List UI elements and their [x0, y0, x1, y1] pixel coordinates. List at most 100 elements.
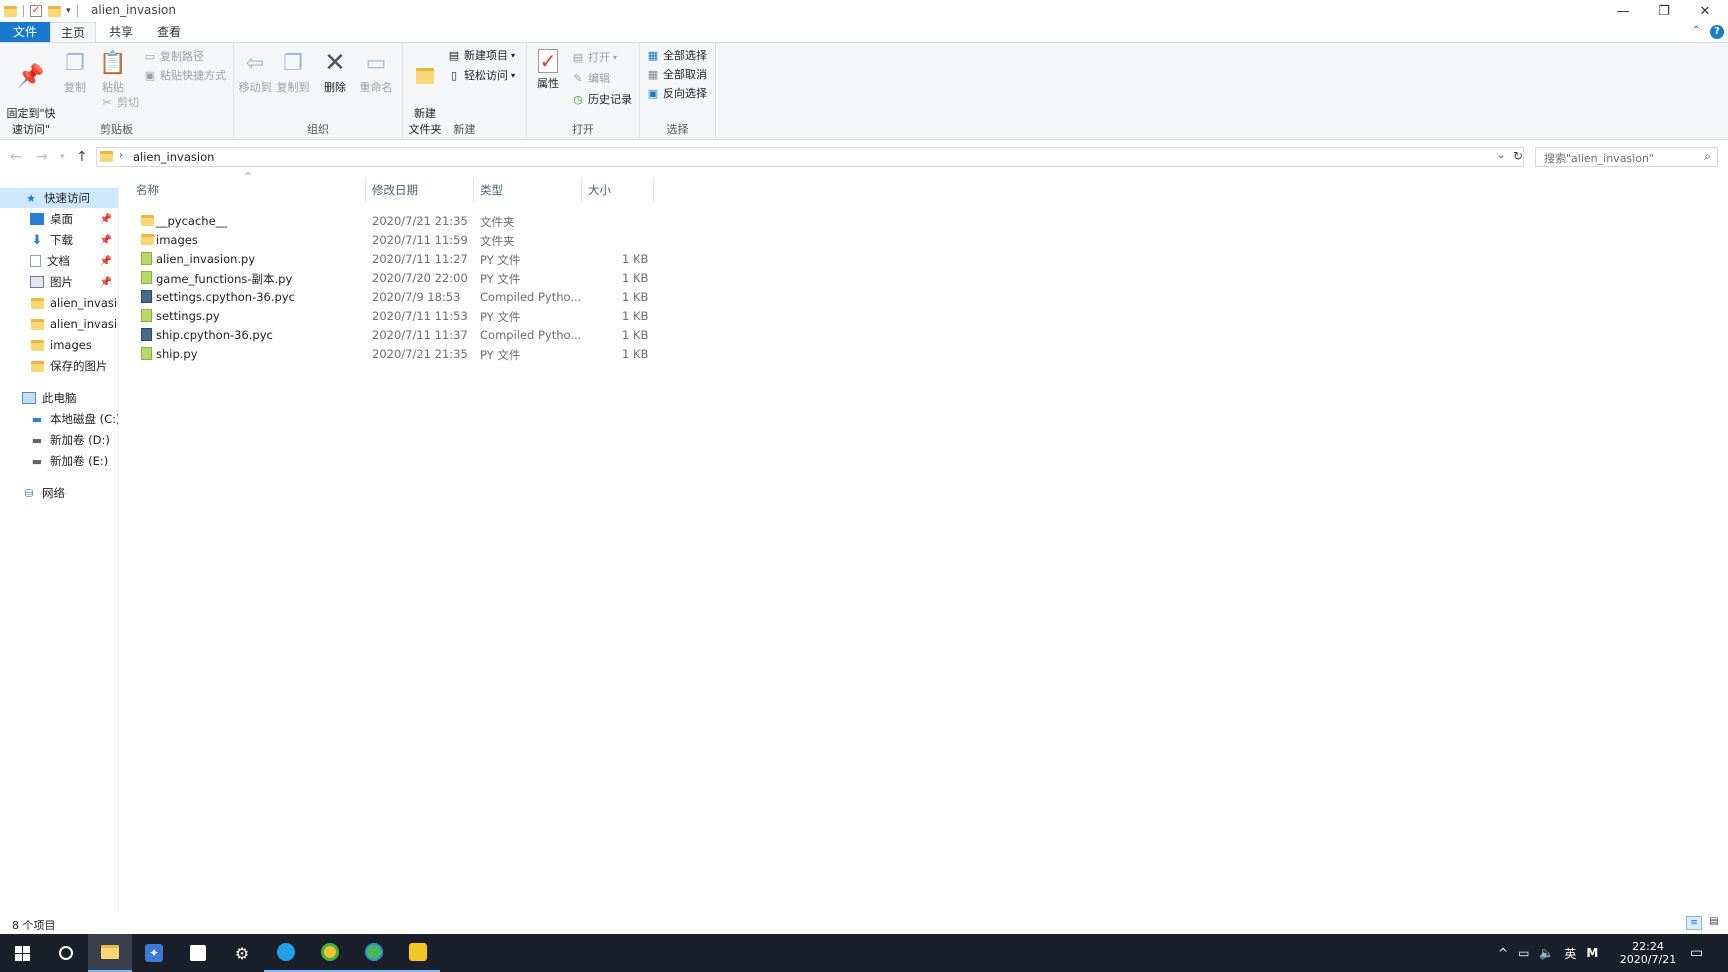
- nav-documents[interactable]: 文档 📌: [0, 251, 118, 271]
- copy-to-icon: ❐: [283, 50, 303, 76]
- easy-access-button[interactable]: ▯ 轻松访问 ▾: [447, 67, 515, 83]
- close-button[interactable]: ✕: [1682, 0, 1728, 22]
- forward-arrow-icon[interactable]: →: [36, 149, 48, 165]
- search-input[interactable]: 搜索"alien_invasion" ⌕: [1535, 147, 1718, 167]
- new-folder-icon[interactable]: [48, 5, 61, 17]
- nav-quick-access[interactable]: ★ 快速访问: [0, 188, 118, 208]
- easy-access-icon: ▯: [450, 68, 458, 82]
- start-windows-icon[interactable]: [0, 934, 44, 972]
- nav-saved-pictures[interactable]: 保存的图片: [0, 356, 118, 376]
- file-size: 1 KB: [622, 309, 649, 323]
- divider: [76, 5, 78, 17]
- new-item-button[interactable]: ▤ 新建项目 ▾: [447, 47, 515, 63]
- nav-images[interactable]: images: [0, 335, 118, 355]
- desktop-icon: [30, 213, 44, 225]
- select-all-button[interactable]: ▦ 全部选择: [646, 47, 707, 63]
- edge-browser-icon[interactable]: [264, 934, 308, 972]
- file-name: ship.py: [156, 347, 198, 361]
- details-view-icon[interactable]: ≡: [1686, 916, 1702, 930]
- file-name: settings.py: [156, 309, 220, 323]
- file-row[interactable]: game_functions-副本.py 2020/7/20 22:00 PY …: [138, 269, 778, 288]
- cut-button[interactable]: ✂ 剪切: [100, 94, 139, 110]
- open-button[interactable]: ▤ 打开 ▾: [571, 49, 617, 65]
- column-header-name[interactable]: 名称: [130, 178, 366, 202]
- app-bird-icon[interactable]: ✦: [132, 934, 176, 972]
- file-row[interactable]: settings.py 2020/7/11 11:53 PY 文件 1 KB: [138, 307, 778, 326]
- paste-shortcut-button[interactable]: ▣ 粘贴快捷方式: [143, 67, 226, 83]
- file-size: 1 KB: [622, 328, 649, 342]
- delete-button[interactable]: ✕ 删除: [322, 48, 348, 95]
- rename-button[interactable]: ▭ 重命名: [358, 49, 394, 95]
- customize-quick-access-icon[interactable]: ▾: [66, 6, 71, 16]
- up-arrow-icon[interactable]: ↑: [76, 149, 88, 165]
- file-date: 2020/7/11 11:53: [372, 309, 468, 323]
- breadcrumb-current[interactable]: alien_invasion: [133, 150, 214, 164]
- file-row[interactable]: ship.py 2020/7/21 21:35 PY 文件 1 KB: [138, 345, 778, 364]
- document-icon: [30, 255, 41, 267]
- column-header-size[interactable]: 大小: [582, 178, 654, 202]
- settings-gear-icon[interactable]: ⚙: [220, 934, 264, 972]
- copy-to-button[interactable]: ❐ 复制到: [276, 49, 310, 95]
- tab-file[interactable]: 文件: [0, 22, 50, 42]
- nav-drive-d[interactable]: ▬ 新加卷 (D:): [0, 430, 118, 450]
- file-row[interactable]: __pycache__ 2020/7/21 21:35 文件夹: [138, 212, 778, 231]
- ime-indicator[interactable]: 英: [1564, 945, 1576, 962]
- nav-network[interactable]: ⛁ 网络: [0, 483, 118, 503]
- tab-share[interactable]: 共享: [98, 22, 144, 42]
- network-tray-icon[interactable]: ▭: [1518, 946, 1529, 960]
- help-icon[interactable]: ?: [1710, 25, 1724, 39]
- chevron-down-icon[interactable]: ⌄: [1497, 150, 1505, 161]
- nav-drive-c[interactable]: ▬ 本地磁盘 (C:): [0, 409, 118, 429]
- nav-downloads[interactable]: ⬇ 下载 📌: [0, 230, 118, 250]
- tab-view[interactable]: 查看: [146, 22, 192, 42]
- back-arrow-icon[interactable]: ←: [10, 149, 22, 165]
- history-button[interactable]: ◷ 历史记录: [571, 91, 632, 107]
- refresh-icon[interactable]: ↻: [1513, 149, 1523, 163]
- notifications-icon[interactable]: ▭: [1690, 934, 1703, 972]
- move-to-button[interactable]: ⇦ 移动到: [238, 49, 272, 95]
- minimize-button[interactable]: —: [1600, 0, 1646, 22]
- nav-pictures[interactable]: 图片 📌: [0, 272, 118, 292]
- file-row[interactable]: alien_invasion.py 2020/7/11 11:27 PY 文件 …: [138, 250, 778, 269]
- file-row[interactable]: ship.cpython-36.pyc 2020/7/11 11:37 Comp…: [138, 326, 778, 345]
- column-header-type[interactable]: 类型: [474, 178, 582, 202]
- file-row[interactable]: images 2020/7/11 11:59 文件夹: [138, 231, 778, 250]
- edit-button[interactable]: ✎ 编辑: [571, 70, 610, 86]
- app-green-icon[interactable]: [308, 934, 352, 972]
- select-none-button[interactable]: ▦ 全部取消: [646, 66, 707, 82]
- file-type: PY 文件: [480, 253, 521, 267]
- chevron-up-icon[interactable]: ^: [1498, 946, 1508, 960]
- copy-button[interactable]: ❐ 复制: [62, 49, 88, 95]
- folder-icon: [30, 297, 44, 309]
- nav-this-pc[interactable]: 此电脑: [0, 388, 118, 408]
- nav-alien-invasion-2[interactable]: alien_invasion: [0, 314, 118, 334]
- paste-button[interactable]: 📋 粘贴: [98, 49, 128, 95]
- tab-home[interactable]: 主页: [50, 22, 96, 42]
- nav-desktop[interactable]: 桌面 📌: [0, 209, 118, 229]
- window-title: alien_invasion: [91, 3, 176, 17]
- app-globe-icon[interactable]: [352, 934, 396, 972]
- app-yellow-icon[interactable]: [396, 934, 440, 972]
- chevron-right-icon[interactable]: ›: [119, 150, 123, 161]
- restore-button[interactable]: ❐: [1641, 0, 1687, 22]
- large-icons-view-icon[interactable]: ▤: [1706, 916, 1722, 930]
- file-explorer-icon[interactable]: [88, 934, 132, 972]
- invert-selection-button[interactable]: ▣ 反向选择: [646, 85, 707, 101]
- clock[interactable]: 22:24 2020/7/21: [1608, 934, 1688, 972]
- nav-drive-e[interactable]: ▬ 新加卷 (E:): [0, 451, 118, 471]
- volume-icon[interactable]: 🔈: [1539, 946, 1554, 960]
- recent-locations-icon[interactable]: ▾: [60, 152, 65, 162]
- store-bag-icon[interactable]: [176, 934, 220, 972]
- select-all-icon: ▦: [647, 48, 659, 62]
- column-header-date[interactable]: 修改日期: [366, 178, 474, 202]
- properties-button[interactable]: ✓ 属性: [535, 49, 561, 91]
- file-row[interactable]: settings.cpython-36.pyc 2020/7/9 18:53 C…: [138, 288, 778, 307]
- nav-alien-invasion-1[interactable]: alien_invasion: [0, 293, 118, 313]
- folder-icon: [4, 5, 17, 17]
- address-bar[interactable]: › alien_invasion ⌄ ↻: [96, 147, 1524, 167]
- properties-check-icon[interactable]: ✓: [30, 5, 42, 17]
- copy-path-button[interactable]: ▭ 复制路径: [143, 48, 204, 64]
- collapse-ribbon-icon[interactable]: ⌃: [1692, 25, 1700, 36]
- search-cortana-icon[interactable]: [44, 934, 88, 972]
- ime-mode-indicator[interactable]: M: [1586, 946, 1598, 960]
